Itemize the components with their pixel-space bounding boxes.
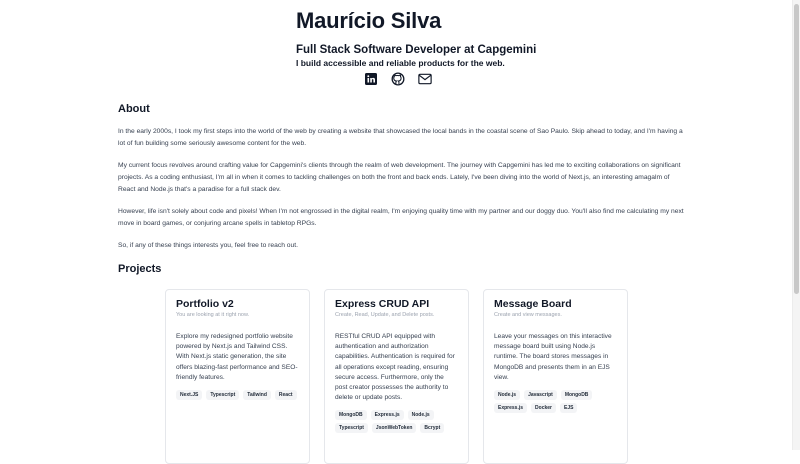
scrollbar-thumb[interactable] [794, 4, 799, 294]
tag: Node.js [494, 390, 521, 401]
project-card-message-board[interactable]: Message Board Create and view messages. … [483, 289, 628, 464]
tag: Javascript [524, 390, 557, 401]
about-heading: About [118, 103, 150, 115]
project-description: RESTful CRUD API equipped with authentic… [335, 333, 455, 402]
tag: Docker [531, 403, 556, 414]
tag: Express.js [494, 403, 528, 414]
project-subtitle: You are looking at it right now. [176, 312, 250, 318]
page-title: Maurício Silva [296, 8, 442, 33]
job-title: Full Stack Software Developer at Capgemi… [296, 44, 537, 56]
tag: Tailwind [243, 390, 271, 401]
about-paragraph: However, life isn't solely about code an… [118, 208, 684, 227]
tag: EJS [559, 403, 578, 414]
github-icon[interactable] [391, 72, 405, 86]
tag: Node.js [407, 410, 434, 421]
tag: Next.JS [176, 390, 203, 401]
tag-list: Next.JS Typescript Tailwind React [176, 390, 299, 401]
tag: MongoDB [335, 410, 367, 421]
tag: Bcrypt [420, 423, 445, 434]
project-title: Message Board [494, 298, 572, 310]
linkedin-icon[interactable] [364, 72, 378, 86]
about-paragraph: My current focus revolves around craftin… [118, 162, 681, 193]
tag: Typescript [206, 390, 240, 401]
project-description: Leave your messages on this interactive … [494, 333, 612, 381]
scrollbar[interactable] [792, 0, 800, 450]
hero: Maurício Silva Full Stack Software Devel… [296, 8, 596, 68]
mail-icon[interactable] [418, 72, 432, 86]
about-paragraph: So, if any of these things interests you… [118, 242, 298, 249]
tag-list: Node.js Javascript MongoDB Express.js Do… [494, 390, 617, 414]
tag: Typescript [335, 423, 368, 434]
about-paragraph: In the early 2000s, I took my first step… [118, 128, 683, 147]
tag: MongoDB [560, 390, 593, 401]
project-subtitle: Create, Read, Update, and Delete posts. [335, 312, 435, 318]
tagline: I build accessible and reliable products… [296, 58, 505, 68]
projects-heading: Projects [118, 263, 162, 275]
tag: JsonWebToken [371, 423, 417, 434]
project-cards: Portfolio v2 You are looking at it right… [165, 289, 628, 464]
project-description: Explore my redesigned portfolio website … [176, 333, 298, 381]
project-title: Portfolio v2 [176, 298, 234, 310]
project-card-portfolio[interactable]: Portfolio v2 You are looking at it right… [165, 289, 310, 464]
project-card-express-crud-api[interactable]: Express CRUD API Create, Read, Update, a… [324, 289, 469, 464]
project-title: Express CRUD API [335, 298, 430, 310]
tag: Express.js [370, 410, 404, 421]
about-section: In the early 2000s, I took my first step… [118, 126, 686, 262]
tag: React [274, 390, 297, 401]
tag-list: MongoDB Express.js Node.js Typescript Js… [335, 410, 458, 434]
project-subtitle: Create and view messages. [494, 312, 562, 318]
social-links [364, 72, 432, 86]
